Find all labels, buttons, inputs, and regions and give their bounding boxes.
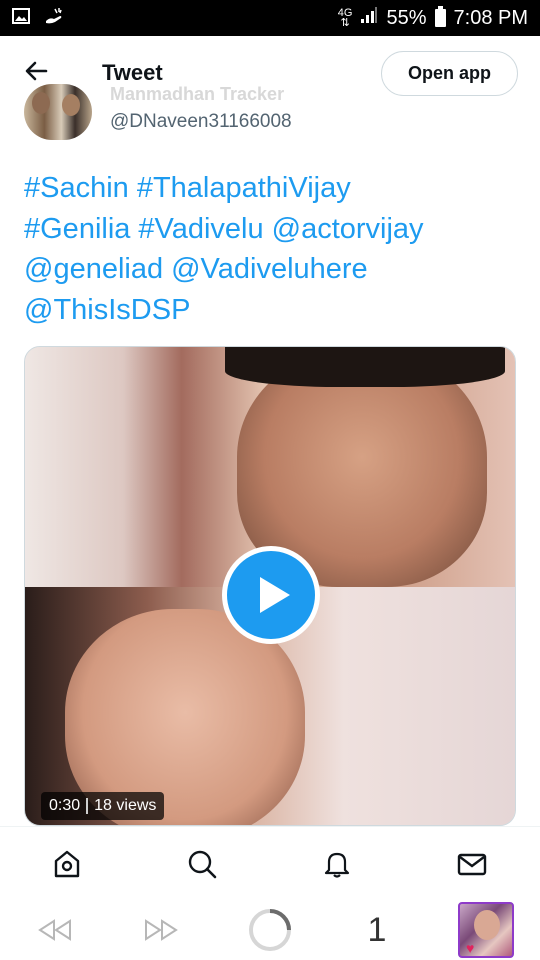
video-duration: 0:30 — [49, 797, 81, 814]
arrow-left-icon[interactable] — [22, 56, 52, 86]
bottom-nav — [0, 826, 540, 898]
signal-icon — [360, 6, 378, 30]
heart-icon: ♥ — [466, 940, 475, 956]
clock: 7:08 PM — [453, 6, 528, 29]
search-icon[interactable] — [185, 847, 219, 881]
fast-forward-icon[interactable] — [140, 908, 184, 952]
browser-bar: 1 ♥ — [0, 898, 540, 960]
video-views: 18 views — [94, 797, 157, 814]
data-arrows-icon: 4G ⇅ — [337, 7, 353, 29]
hand-wave-icon — [44, 7, 64, 30]
hashtag-link[interactable]: #Vadivelu — [138, 213, 263, 245]
video-info-badge: 0:30 18 views — [41, 792, 165, 820]
image-icon — [12, 7, 30, 29]
messages-icon[interactable] — [455, 847, 489, 881]
hashtag-link[interactable]: #ThalapathiVijay — [137, 172, 351, 204]
author-name[interactable]: Manmadhan Tracker — [110, 84, 284, 105]
home-icon[interactable] — [50, 847, 84, 881]
mention-link[interactable]: @ThisIsDSP — [24, 294, 190, 326]
loading-icon[interactable] — [247, 908, 293, 952]
open-app-button[interactable]: Open app — [381, 51, 518, 96]
mention-link[interactable]: @actorvijay — [272, 213, 424, 245]
battery-percent: 55% — [386, 6, 427, 29]
hashtag-link[interactable]: #Sachin — [24, 172, 129, 204]
page-title: Tweet — [102, 60, 163, 85]
avatar[interactable] — [24, 84, 92, 140]
video-frame-hair — [225, 347, 505, 387]
tab-count[interactable]: 1 — [362, 908, 392, 952]
mention-link[interactable]: @geneliad — [24, 253, 163, 285]
tab-thumbnail[interactable]: ♥ — [458, 902, 514, 958]
video-player[interactable]: 0:30 18 views — [24, 346, 516, 826]
author-handle[interactable]: @DNaveen31166008 — [110, 111, 292, 133]
rewind-icon[interactable] — [32, 908, 76, 952]
notifications-icon[interactable] — [320, 847, 354, 881]
battery-icon — [434, 6, 446, 27]
hashtag-link[interactable]: #Genilia — [24, 213, 130, 245]
status-bar: 4G ⇅ 55% 7:08 PM — [0, 0, 540, 36]
tweet-text: #Sachin #ThalapathiVijay #Genilia #Vadivel… — [24, 168, 519, 330]
play-icon[interactable] — [222, 546, 320, 644]
mention-link[interactable]: @Vadiveluhere — [171, 253, 368, 285]
